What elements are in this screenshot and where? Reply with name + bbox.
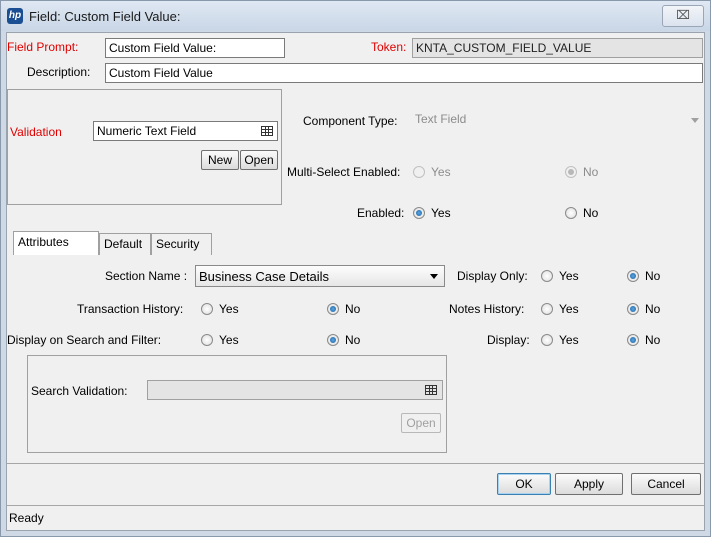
close-button[interactable]: ⌧ [662,5,704,27]
field-prompt-input[interactable]: Custom Field Value: [105,38,285,58]
transaction-history-no-label: No [345,302,361,316]
multi-select-yes-label: Yes [431,165,451,179]
apply-button[interactable]: Apply [555,473,623,495]
tab-attributes[interactable]: Attributes [13,231,99,255]
notes-history-yes-label: Yes [559,302,579,316]
multi-select-yes-radio [413,166,425,178]
display-yes-label: Yes [559,333,579,347]
display-on-search-no-radio[interactable] [327,334,339,346]
display-only-no-radio[interactable] [627,270,639,282]
token-label: Token: [371,40,407,54]
transaction-history-yes-label: Yes [219,302,239,316]
dialog-window: hp Field: Custom Field Value: ⌧ Field Pr… [0,0,711,537]
transaction-history-no-radio[interactable] [327,303,339,315]
display-on-search-yes-radio[interactable] [201,334,213,346]
transaction-history-label: Transaction History: [77,302,184,316]
tab-default[interactable]: Default [99,233,151,255]
divider [7,463,704,464]
display-no-radio[interactable] [627,334,639,346]
display-no-label: No [645,333,661,347]
component-type-value: Text Field [415,112,467,126]
enabled-yes-label: Yes [431,206,451,220]
enabled-no-radio[interactable] [565,207,577,219]
search-validation-label: Search Validation: [31,384,128,398]
chevron-down-icon [691,118,699,123]
notes-history-label: Notes History: [449,302,525,316]
search-validation-input [147,380,443,400]
multi-select-no-radio [565,166,577,178]
transaction-history-yes-radio[interactable] [201,303,213,315]
title-bar[interactable]: hp Field: Custom Field Value: ⌧ [1,1,710,31]
token-input: KNTA_CUSTOM_FIELD_VALUE [412,38,703,58]
description-input[interactable]: Custom Field Value [105,63,703,83]
list-picker-icon [425,385,437,395]
multi-select-no-label: No [583,165,599,179]
status-text: Ready [9,511,44,525]
validation-label: Validation [10,125,62,139]
cancel-button[interactable]: Cancel [631,473,701,495]
dialog-body: Field Prompt: Custom Field Value: Token:… [6,32,705,531]
open-button[interactable]: Open [240,150,278,170]
display-on-search-no-label: No [345,333,361,347]
description-label: Description: [27,65,91,79]
tab-security[interactable]: Security [151,233,212,255]
validation-input[interactable]: Numeric Text Field [93,121,278,141]
multi-select-label: Multi-Select Enabled: [287,165,401,179]
new-button[interactable]: New [201,150,239,170]
search-validation-panel [27,355,447,453]
display-only-yes-label: Yes [559,269,579,283]
notes-history-no-label: No [645,302,661,316]
display-only-label: Display Only: [457,269,528,283]
display-label: Display: [487,333,530,347]
notes-history-yes-radio[interactable] [541,303,553,315]
window-title: Field: Custom Field Value: [29,9,181,24]
display-yes-radio[interactable] [541,334,553,346]
ok-button[interactable]: OK [497,473,551,495]
display-only-yes-radio[interactable] [541,270,553,282]
display-only-no-label: No [645,269,661,283]
search-validation-open-button: Open [401,413,441,433]
chevron-down-icon [430,274,438,279]
component-type-label: Component Type: [303,114,398,128]
section-name-value: Business Case Details [199,269,330,284]
enabled-yes-radio[interactable] [413,207,425,219]
status-divider [7,505,704,506]
section-name-select[interactable]: Business Case Details [195,265,445,287]
display-on-search-label: Display on Search and Filter: [7,333,162,347]
hp-logo-icon: hp [7,8,23,24]
list-picker-icon[interactable] [261,126,273,136]
enabled-no-label: No [583,206,599,220]
component-type-select: Text Field [412,110,703,130]
notes-history-no-radio[interactable] [627,303,639,315]
field-prompt-label: Field Prompt: [7,40,79,54]
section-name-label: Section Name : [105,269,188,283]
enabled-label: Enabled: [357,206,405,220]
display-on-search-yes-label: Yes [219,333,239,347]
validation-panel [7,89,282,205]
